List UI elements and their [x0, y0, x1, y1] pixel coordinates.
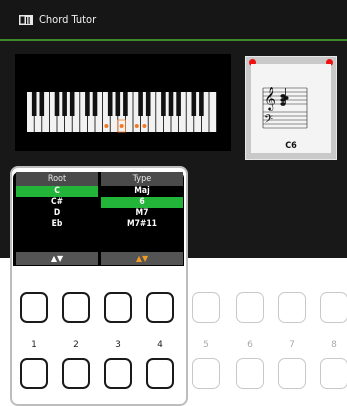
- lower-button-6[interactable]: [236, 358, 264, 389]
- black-key: [69, 92, 75, 116]
- chord-name-label: C6: [285, 141, 297, 151]
- chord-note-marker: [119, 124, 124, 128]
- button-number-2: 2: [73, 340, 79, 350]
- root-column: Root C C# D Eb ▲▼: [16, 172, 98, 266]
- black-key: [176, 92, 181, 116]
- button-number-4: 4: [157, 340, 163, 350]
- button-number-7: 7: [289, 340, 295, 350]
- bass-clef-icon: 𝄢: [264, 113, 273, 129]
- type-option-6[interactable]: 6: [101, 197, 183, 208]
- black-key: [39, 92, 45, 116]
- treble-clef-icon: 𝄞: [264, 86, 276, 111]
- button-number-3: 3: [115, 340, 121, 350]
- upper-button-5[interactable]: [192, 292, 220, 323]
- keyboard-display: [15, 54, 231, 151]
- black-key: [115, 92, 121, 116]
- type-column: Type Maj 6 M7 M7#11 ▲▼: [101, 172, 183, 266]
- button-number-5: 5: [203, 340, 209, 350]
- lower-button-4[interactable]: [146, 358, 174, 389]
- black-key: [168, 92, 174, 116]
- upper-button-6[interactable]: [236, 292, 264, 323]
- piano-keyboard: [27, 92, 217, 133]
- black-key: [107, 92, 113, 116]
- page-title: Chord Tutor: [39, 13, 97, 26]
- button-number-6: 6: [247, 340, 253, 350]
- black-key: [85, 92, 90, 116]
- button-number-8: 8: [331, 340, 337, 350]
- root-option-c-sharp[interactable]: C#: [16, 197, 98, 208]
- black-key: [92, 92, 98, 116]
- black-key: [62, 92, 67, 116]
- lower-button-3[interactable]: [104, 358, 132, 389]
- chord-note-marker: [104, 124, 109, 128]
- black-key: [191, 92, 197, 116]
- black-key: [54, 92, 60, 116]
- arrow-down-icon[interactable]: ▼: [142, 254, 148, 263]
- black-key: [161, 92, 166, 116]
- white-key: [209, 92, 217, 132]
- title-bar: Chord Tutor: [0, 0, 347, 41]
- chord-notes: [280, 88, 289, 106]
- root-option-e-flat[interactable]: Eb: [16, 219, 98, 230]
- type-header: Type: [101, 172, 183, 186]
- black-key: [31, 92, 37, 116]
- grand-staff: 𝄞 𝄢: [262, 86, 308, 129]
- title-divider: [0, 39, 347, 41]
- type-option-maj[interactable]: Maj: [101, 186, 183, 197]
- lower-button-8[interactable]: [320, 358, 347, 389]
- chord-tutor-app-icon: [19, 15, 33, 25]
- upper-button-7[interactable]: [278, 292, 306, 323]
- upper-button-4[interactable]: [146, 292, 174, 323]
- lower-button-2[interactable]: [62, 358, 90, 389]
- root-option-c[interactable]: C: [16, 186, 98, 197]
- chord-selector-panel: Root C C# D Eb ▲▼ Type Maj 6 M7 M7#11 ▲▼: [13, 172, 184, 266]
- black-key: [199, 92, 204, 116]
- lower-button-1[interactable]: [20, 358, 48, 389]
- button-number-1: 1: [31, 340, 37, 350]
- upper-button-8[interactable]: [320, 292, 347, 323]
- upper-button-2[interactable]: [62, 292, 90, 323]
- lower-button-5[interactable]: [192, 358, 220, 389]
- root-header: Root: [16, 172, 98, 186]
- type-scroll-arrows[interactable]: ▲▼: [101, 252, 183, 265]
- type-option-m7-sharp-11[interactable]: M7#11: [101, 219, 183, 230]
- notation-paper: 𝄞 𝄢 C6: [251, 64, 331, 153]
- type-option-m7[interactable]: M7: [101, 208, 183, 219]
- notation-card: 𝄞 𝄢 C6: [245, 56, 337, 160]
- root-scroll-arrows[interactable]: ▲▼: [16, 252, 98, 265]
- upper-button-3[interactable]: [104, 292, 132, 323]
- chord-note-marker: [134, 124, 139, 128]
- black-key: [145, 92, 151, 116]
- root-option-d[interactable]: D: [16, 208, 98, 219]
- chord-note-marker: [142, 124, 147, 128]
- arrow-down-icon[interactable]: ▼: [57, 254, 63, 263]
- upper-button-1[interactable]: [20, 292, 48, 323]
- black-key: [123, 92, 128, 116]
- lower-button-7[interactable]: [278, 358, 306, 389]
- black-key: [138, 92, 143, 116]
